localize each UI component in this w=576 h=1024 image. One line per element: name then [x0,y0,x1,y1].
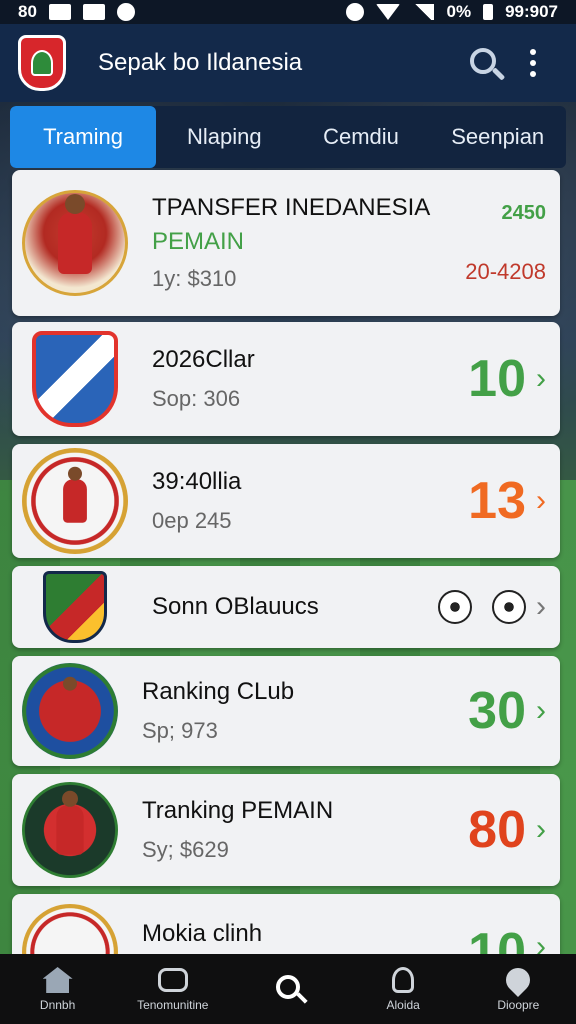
price-badge: 2450 [501,201,547,224]
card-range: 20-4208 [465,258,546,284]
card-subtitle: Sy; $629 [142,837,229,862]
chevron-right-icon: › [536,694,546,727]
card-title: TPANSFER INEDANESIA [152,194,431,221]
card-subtitle: Sop: 306 [152,386,241,411]
player-avatar [22,782,118,878]
tab-bar: Traming Nlaping Cemdiu Seenpian [10,106,566,168]
card-title: Sonn OBlauucs [152,593,319,620]
card-title: Mokia clinh [142,920,263,947]
card-subtitle: Sp; 973 [142,718,218,743]
tab-traming[interactable]: Traming [10,106,156,168]
home-icon [42,967,73,993]
nav-label: Dnnbh [39,998,76,1012]
league-crest [22,571,128,643]
nav-label: Tenomunitine [137,998,209,1012]
location-pin-icon [501,963,536,997]
card-value: 10 [468,350,526,408]
app-title: Sepak bo Ildanesia [98,49,303,76]
signal-icon [412,4,435,20]
search-icon [275,975,300,999]
notification-icon [116,3,135,21]
nav-profile[interactable]: Aloida [348,966,458,1012]
nav-search[interactable] [233,973,343,1005]
list-item-club[interactable]: 2026Cllar Sop: 306 10 › [12,322,560,436]
image-notification-icon [48,4,71,20]
person-icon [392,967,415,993]
wifi-icon [376,4,401,20]
search-button[interactable] [458,45,508,82]
group-icon [157,968,188,992]
nav-label: Aloida [386,998,420,1012]
card-title: 39:40llia [152,468,242,495]
app-logo [18,35,66,91]
app-bar: Sepak bo Ildanesia [0,24,576,102]
player-badge [22,448,128,554]
nav-location[interactable]: Dioopre [463,963,573,1012]
list-item-player[interactable]: 39:40llia 0ep 245 13 › [12,444,560,558]
chevron-right-icon: › [536,484,546,517]
card-value: 80 [468,801,526,859]
card-title-secondary: PEMAIN [152,228,245,255]
tab-cemdiu[interactable]: Cemdiu [293,106,430,168]
card-title: Ranking CLub [142,678,295,705]
tab-nlaping[interactable]: Nlaping [156,106,293,168]
list-item-transfer[interactable]: TPANSFER INEDANESIA PEMAIN 1y: $310 2450… [12,170,560,316]
bottom-navigation: Dnnbh Tenomunitine Aloida Dioopre [0,954,576,1024]
nav-home[interactable]: Dnnbh [3,966,113,1012]
kebab-menu-icon [508,49,558,77]
battery-text: 0% [446,2,472,21]
card-value: 30 [468,682,526,740]
settings-status-icon [346,3,365,21]
list-item-schedule[interactable]: Sonn OBlauucs › [12,566,560,648]
club-badge [22,663,118,759]
search-icon [470,47,496,74]
status-left-text: 80 [18,2,37,21]
nav-label: Dioopre [497,998,540,1012]
soccer-ball-icon [438,590,472,624]
overflow-menu-button[interactable] [508,49,558,77]
card-value: 13 [468,472,526,530]
card-title: Tranking PEMAIN [142,797,334,824]
battery-icon [483,4,494,20]
chevron-right-icon: › [536,362,546,395]
status-bar: 80 0% 99:907 [0,0,576,24]
tab-seenpian[interactable]: Seenpian [429,106,566,168]
chevron-right-icon: › [536,590,546,623]
clock: 99:907 [505,2,558,21]
card-subtitle: 1y: $310 [152,266,237,291]
chevron-right-icon: › [536,813,546,846]
player-avatar [22,190,128,296]
card-subtitle: 0ep 245 [152,508,232,533]
card-title: 2026Cllar [152,346,255,373]
soccer-ball-icon [492,590,526,624]
club-crest [22,326,128,432]
mail-notification-icon [82,4,105,20]
list-item-ranking-player[interactable]: Tranking PEMAIN Sy; $629 80 › [12,774,560,886]
nav-community[interactable]: Tenomunitine [118,966,228,1012]
list-item-ranking-club[interactable]: Ranking CLub Sp; 973 30 › [12,656,560,766]
